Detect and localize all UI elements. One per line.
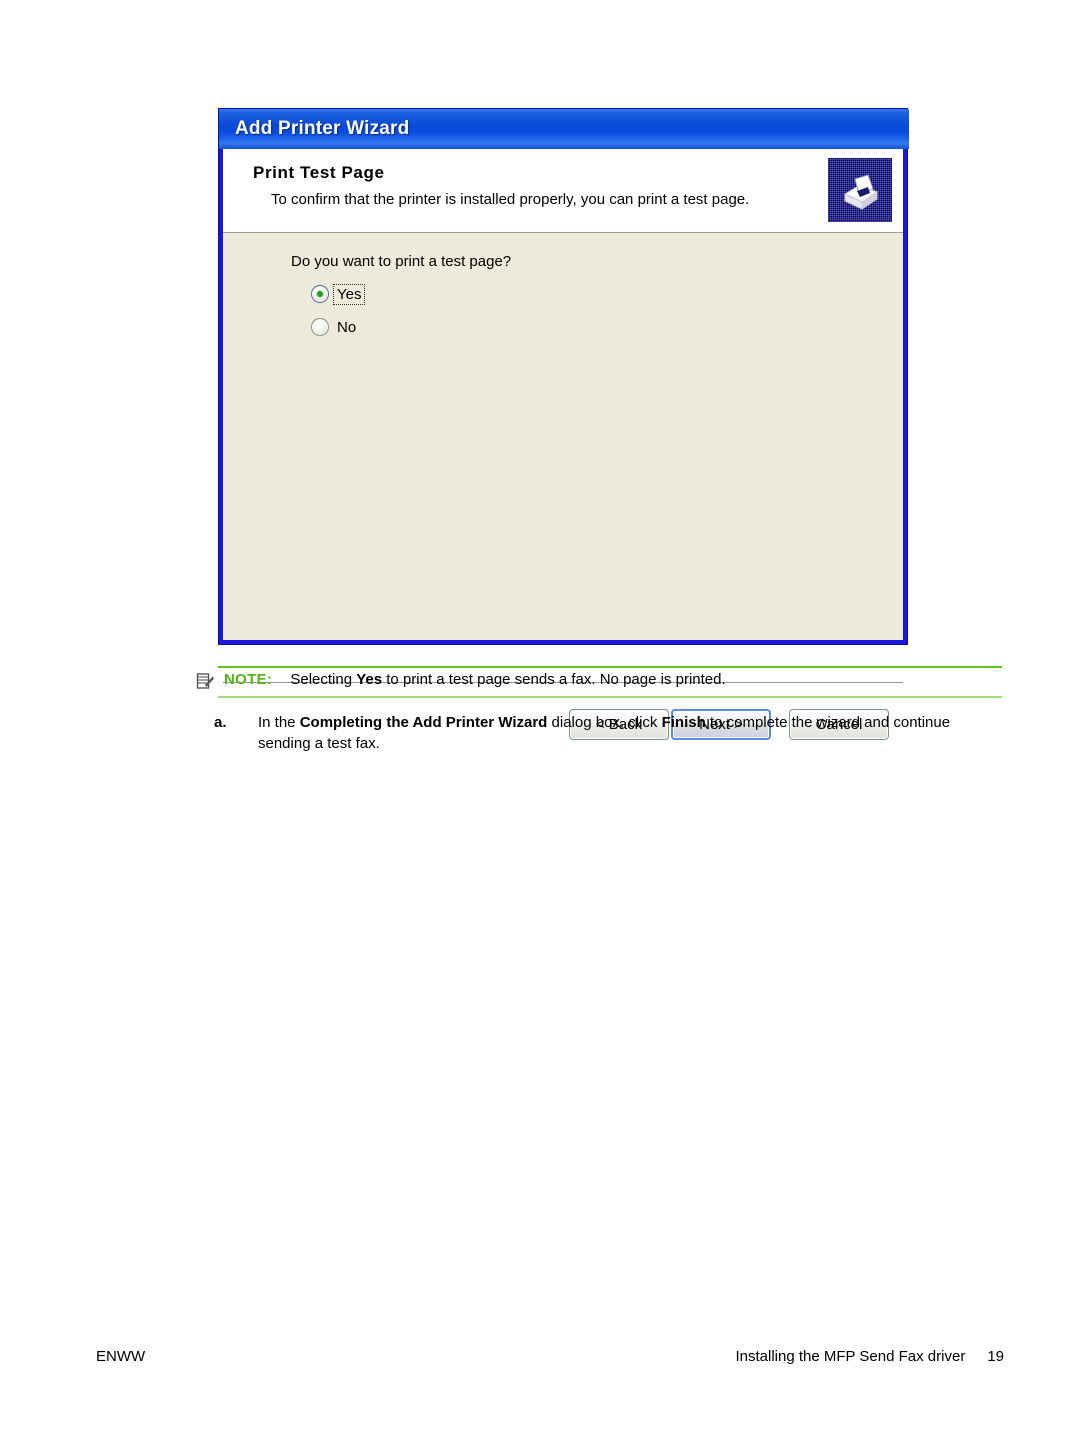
note-rule-bottom	[218, 696, 1002, 698]
radio-option-no[interactable]: No	[311, 318, 358, 336]
radio-yes-icon[interactable]	[311, 285, 329, 303]
add-printer-wizard-dialog: Add Printer Wizard Print Test Page To co…	[218, 108, 909, 740]
step-part-1: In the	[258, 714, 300, 731]
step-marker: a.	[214, 714, 227, 731]
note-rule-top	[218, 666, 1002, 668]
note-pencil-icon	[196, 672, 214, 690]
printer-icon-background	[828, 158, 892, 222]
footer-page-number: 19	[987, 1348, 1004, 1365]
printer-glyph	[843, 174, 879, 210]
page-subtitle: To confirm that the printer is installed…	[271, 191, 750, 208]
dialog-body: Do you want to print a test page? Yes No…	[223, 233, 903, 740]
note-text-line: NOTE: Selecting Yes to print a test page…	[224, 671, 726, 688]
question-label: Do you want to print a test page?	[291, 253, 512, 270]
note-label: NOTE:	[224, 671, 273, 688]
footer-section-title: Installing the MFP Send Fax driver	[735, 1348, 966, 1365]
dialog-inner: Add Printer Wizard Print Test Page To co…	[219, 109, 909, 740]
radio-yes-label[interactable]: Yes	[332, 283, 366, 305]
page-title: Print Test Page	[253, 163, 385, 182]
step-paragraph: a. In the Completing the Add Printer Wiz…	[214, 712, 1004, 754]
step-bold-2: Finish	[661, 714, 706, 731]
note-text-after: to print a test page sends a fax. No pag…	[382, 671, 726, 688]
page-footer: ENWW Installing the MFP Send Fax driver …	[96, 1348, 1004, 1365]
step-bold-1: Completing the Add Printer Wizard	[299, 714, 548, 731]
footer-left-label: ENWW	[96, 1348, 146, 1365]
dialog-header: Print Test Page To confirm that the prin…	[223, 149, 903, 233]
radio-option-yes[interactable]: Yes	[311, 283, 366, 305]
note-pencil-glyph	[196, 673, 214, 689]
dialog-title: Add Printer Wizard	[235, 118, 410, 139]
footer-right-group: Installing the MFP Send Fax driver 19	[735, 1348, 1004, 1365]
printer-icon	[825, 155, 895, 225]
radio-selected-dot	[317, 291, 323, 297]
note-body: Selecting Yes to print a test page sends…	[290, 671, 725, 688]
note-text-before: Selecting	[290, 671, 357, 688]
step-text: In the Completing the Add Printer Wizard…	[258, 712, 1004, 754]
note-emphasis: Yes	[356, 671, 383, 688]
radio-no-icon[interactable]	[311, 318, 329, 336]
dialog-titlebar: Add Printer Wizard	[219, 109, 909, 149]
step-part-2: dialog box, click	[547, 714, 662, 731]
radio-no-label[interactable]: No	[335, 319, 358, 336]
